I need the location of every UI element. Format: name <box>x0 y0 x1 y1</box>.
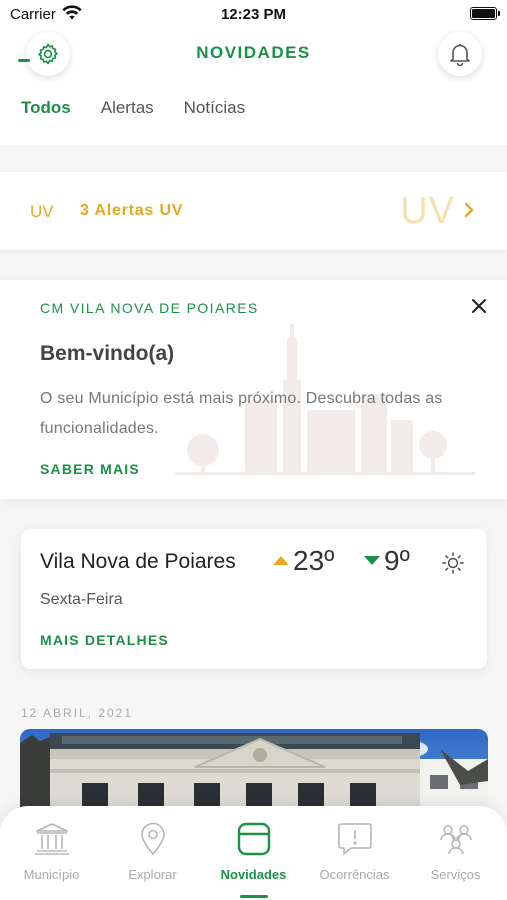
active-tab-indicator <box>240 895 268 898</box>
weather-details-link[interactable]: MAIS DETALHES <box>40 632 169 648</box>
temperature-down-icon <box>364 556 380 565</box>
tabbar-label: Serviços <box>430 867 481 882</box>
news-date: 12 ABRIL, 2021 <box>21 706 134 720</box>
weather-day: Sexta-Feira <box>40 591 123 608</box>
tabbar-item-novidades[interactable]: Novidades <box>203 820 304 882</box>
tab-alertas[interactable]: Alertas <box>101 98 154 118</box>
active-tab-indicator <box>18 59 30 62</box>
clock: 12:23 PM <box>220 6 287 23</box>
news-icon <box>237 822 270 856</box>
welcome-organization: CM VILA NOVA DE POIARES <box>40 300 259 316</box>
tabbar-label: Novidades <box>220 867 287 882</box>
sun-icon <box>442 552 464 574</box>
chevron-right-icon <box>464 202 474 218</box>
welcome-card: CM VILA NOVA DE POIARES Bem-vindo(a) O s… <box>0 280 507 499</box>
temperature-up-icon <box>273 556 289 565</box>
tab-noticias[interactable]: Notícias <box>184 98 245 118</box>
tabbar-item-ocorrencias[interactable]: Ocorrências <box>304 820 405 882</box>
learn-more-link[interactable]: SABER MAIS <box>40 461 140 477</box>
header: NOVIDADES Todos Alertas Notícias <box>0 30 507 145</box>
tabbar-label: Ocorrências <box>319 867 390 882</box>
tabbar-label: Explorar <box>128 867 177 882</box>
tabbar-item-municipio[interactable]: Município <box>1 820 102 882</box>
filter-tabs: Todos Alertas Notícias <box>21 98 245 118</box>
uv-prefix-label: UV <box>30 202 54 221</box>
welcome-description: O seu Município está mais próximo. Descu… <box>40 390 443 437</box>
tab-todos[interactable]: Todos <box>21 98 71 118</box>
services-icon <box>439 825 472 855</box>
bottom-tab-bar: Município Explorar Novidades Ocorrências… <box>0 806 507 900</box>
tabbar-label: Município <box>23 867 80 882</box>
alert-bubble-icon <box>337 823 372 855</box>
bell-icon <box>450 44 470 66</box>
notifications-button[interactable] <box>438 32 482 76</box>
status-bar: Carrier 12:23 PM <box>0 0 507 30</box>
tabbar-item-explorar[interactable]: Explorar <box>102 820 203 882</box>
max-temperature: 23º <box>293 545 335 576</box>
tabbar-item-servicos[interactable]: Serviços <box>405 820 506 882</box>
min-temperature: 9º <box>384 545 410 576</box>
page-title: NOVIDADES <box>196 43 311 62</box>
map-pin-icon <box>140 822 165 856</box>
building-icon <box>34 823 69 855</box>
uv-alert-card[interactable]: UV 3 Alertas UV UV <box>0 172 507 250</box>
weather-city: Vila Nova de Poiares <box>40 550 236 573</box>
uv-watermark: UV <box>400 190 455 232</box>
battery-icon <box>470 7 500 20</box>
welcome-title: Bem-vindo(a) <box>40 342 175 365</box>
uv-alert-count: 3 Alertas UV <box>80 202 184 219</box>
close-icon[interactable] <box>471 298 487 314</box>
weather-card[interactable]: Vila Nova de Poiares 23º 9º Sexta-Feira … <box>21 529 487 669</box>
